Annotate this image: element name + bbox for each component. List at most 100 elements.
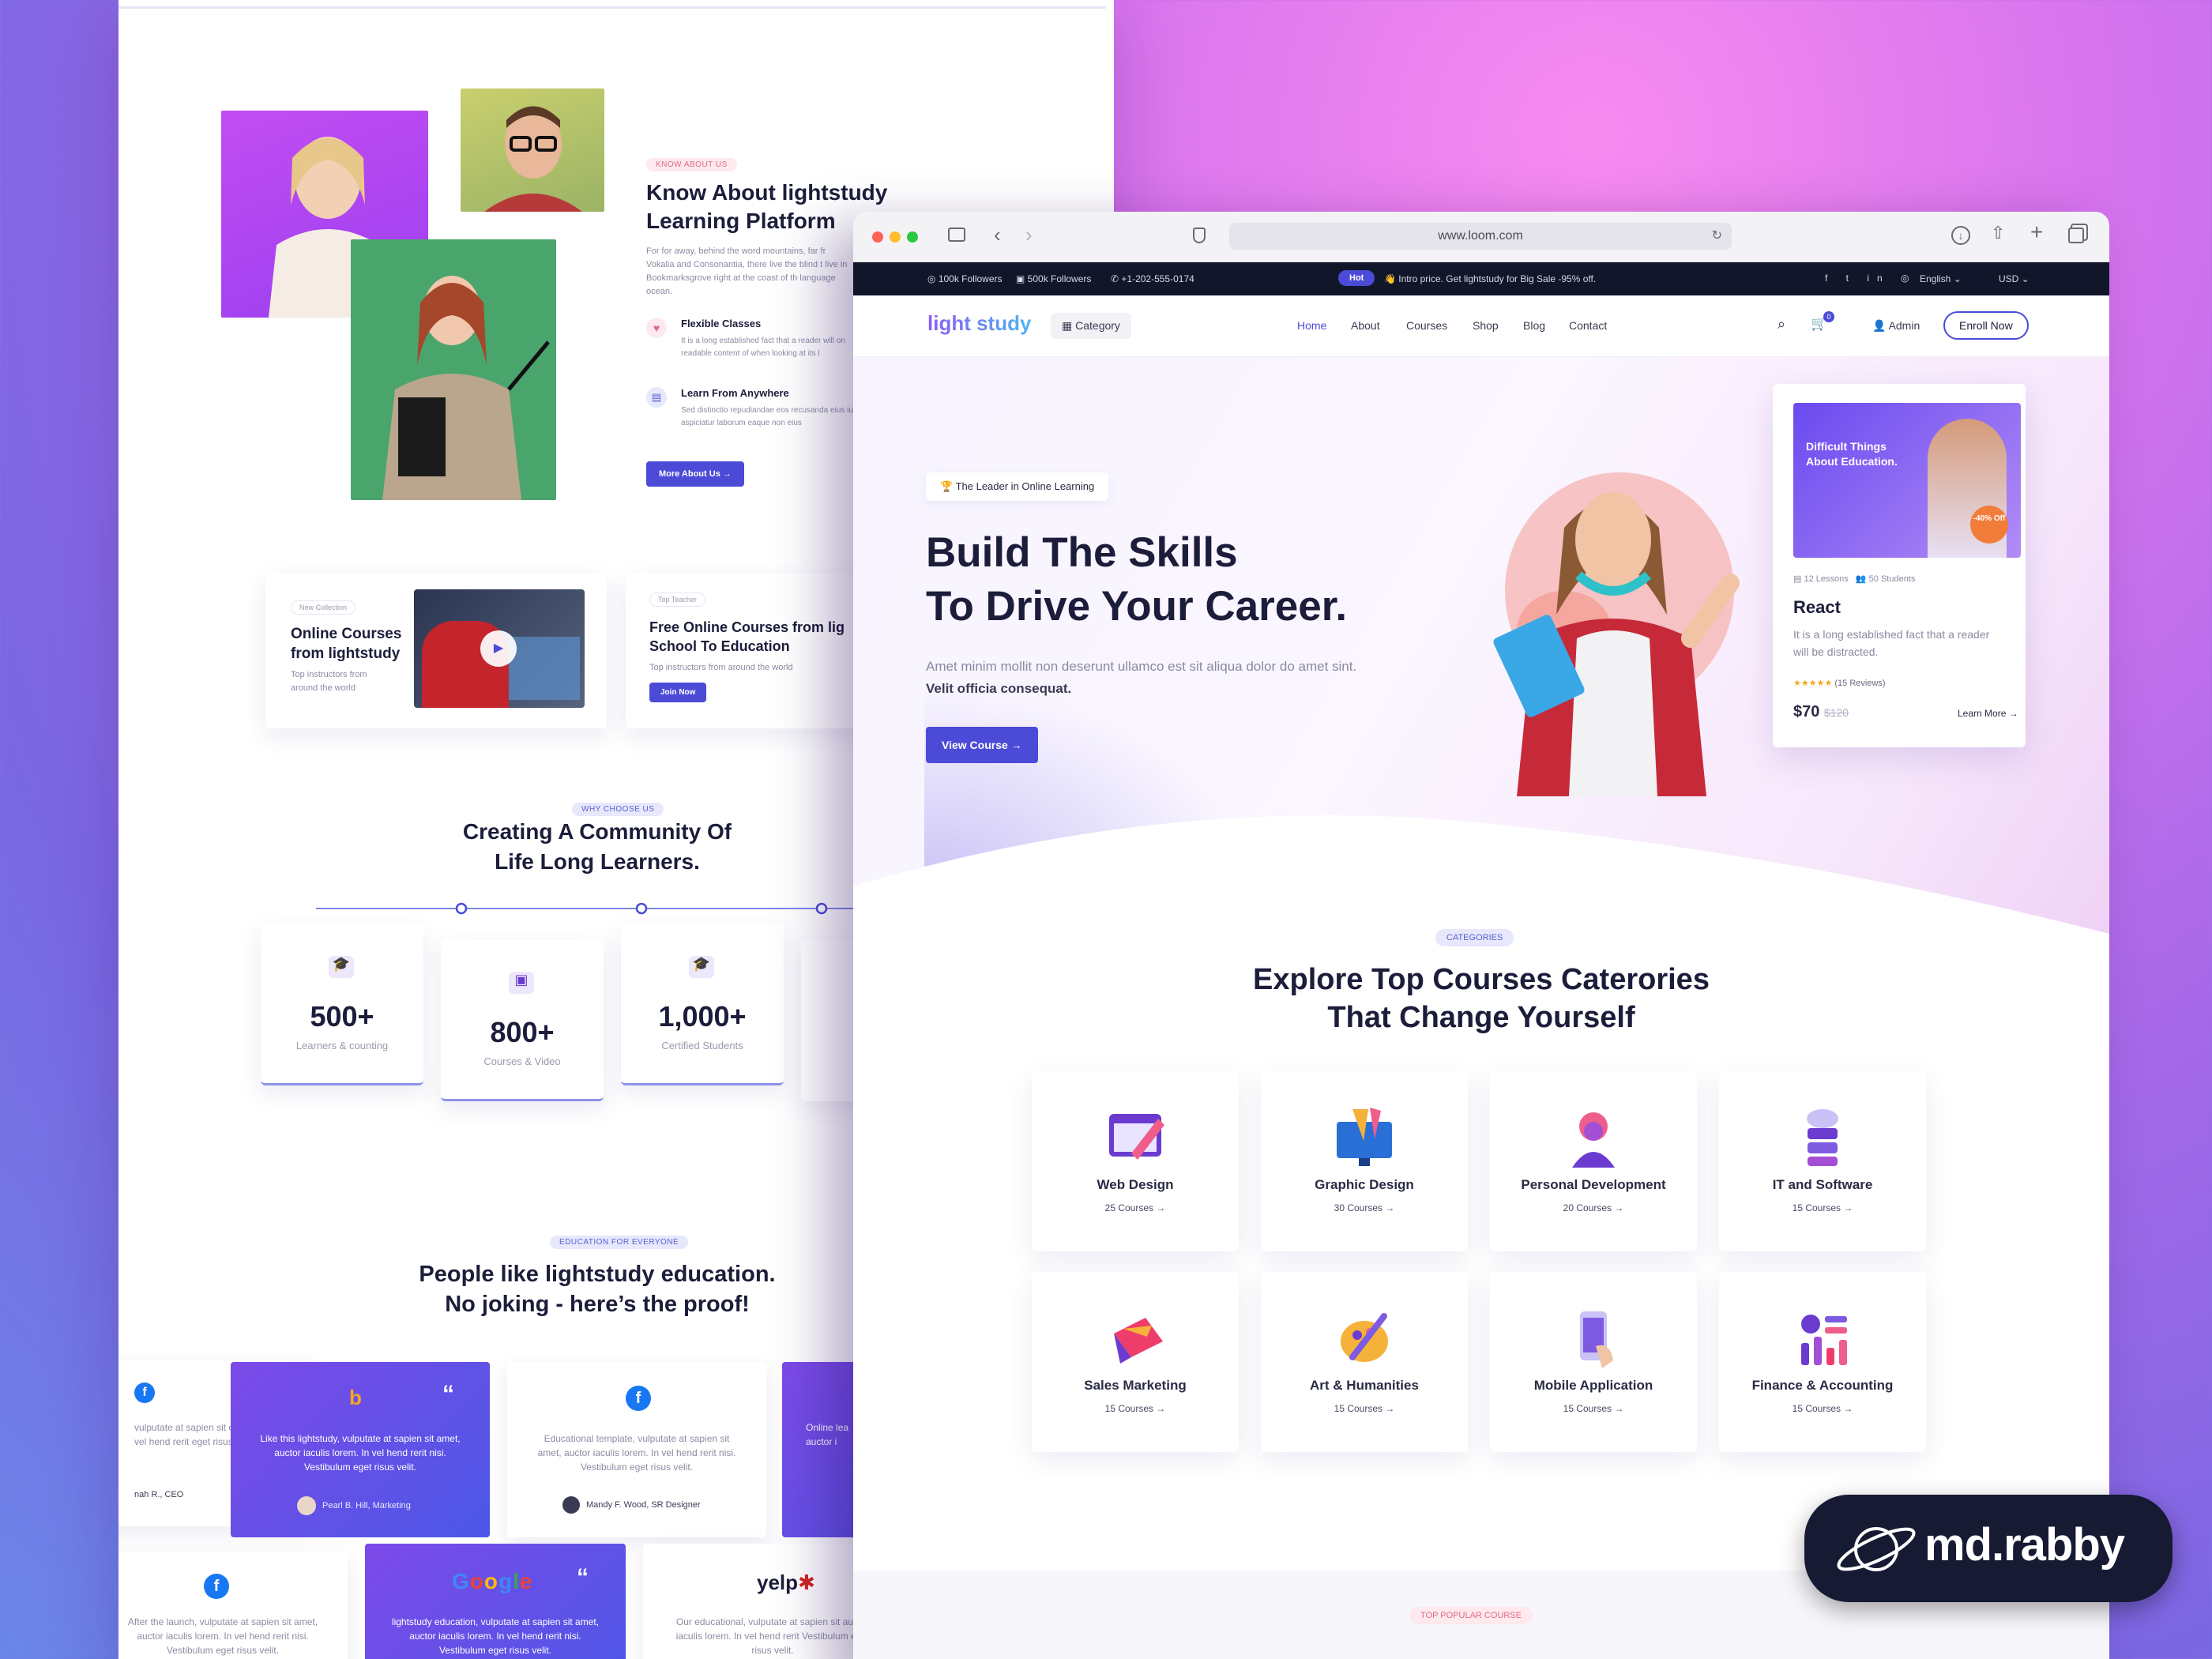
address-bar[interactable]: www.loom.com ↻ xyxy=(1229,223,1732,250)
tabs-overview-icon[interactable] xyxy=(2068,228,2084,243)
maximize-window-button[interactable] xyxy=(907,231,918,243)
categories-title: Explore Top Courses Caterories That Chan… xyxy=(1253,963,1710,1034)
reload-icon[interactable]: ↻ xyxy=(1712,228,1722,243)
sidebar-toggle-icon[interactable] xyxy=(948,228,965,242)
facebook-followers[interactable]: ▣ 500k Followers xyxy=(1016,273,1091,284)
minimize-window-button[interactable] xyxy=(890,231,901,243)
sales-marketing-icon xyxy=(1114,1318,1163,1364)
testimonial-text: After the launch, vulputate at sapien si… xyxy=(127,1616,318,1656)
course-card-react[interactable]: Difficult Things About Education. -40% O… xyxy=(1765,384,2026,755)
course-description: It is a long established fact that a rea… xyxy=(1793,628,1990,658)
testimonial-author: Pearl B. Hill, Marketing xyxy=(322,1501,411,1510)
popular-course-tag: TOP POPULAR COURSE xyxy=(1409,1607,1533,1624)
category-count: 15 Courses → xyxy=(1334,1403,1395,1414)
testimonial-card-featured: Google “ lightstudy education, vulputate… xyxy=(365,1544,626,1659)
category-card-mobile-application[interactable]: Mobile Application 15 Courses → xyxy=(1490,1272,1697,1452)
more-about-us-button[interactable]: More About Us → xyxy=(646,461,744,487)
video-thumbnail[interactable]: ▶ xyxy=(414,589,585,708)
category-card-graphic-design[interactable]: Graphic Design 30 Courses → xyxy=(1261,1071,1468,1251)
share-icon[interactable]: ⇧ xyxy=(1991,223,2005,243)
view-course-button[interactable]: View Course → xyxy=(926,727,1038,763)
proof-title: People like lightstudy education. No jok… xyxy=(419,1262,776,1317)
testimonial-author: Mandy F. Wood, SR Designer xyxy=(586,1500,701,1510)
category-card-sales-marketing[interactable]: Sales Marketing 15 Courses → xyxy=(1032,1272,1239,1452)
category-count: 25 Courses → xyxy=(1104,1202,1166,1213)
avatar xyxy=(297,1496,316,1515)
stat-number: 800+ xyxy=(490,1016,555,1048)
nav-contact[interactable]: Contact xyxy=(1569,319,1607,332)
nav-about[interactable]: About xyxy=(1351,319,1380,332)
facebook-icon: f xyxy=(626,1386,651,1411)
category-title: Finance & Accounting xyxy=(1751,1378,1894,1393)
admin-link[interactable]: 👤 Admin xyxy=(1872,319,1920,333)
about-tag: KNOW ABOUT US xyxy=(646,156,737,171)
about-photo-man-glasses xyxy=(461,88,604,212)
discount-badge: -40% Off xyxy=(1970,506,2008,544)
close-window-button[interactable] xyxy=(872,231,883,243)
currency-select[interactable]: USD ⌄ xyxy=(1999,273,2030,284)
testimonial-author: nah R., CEO xyxy=(134,1490,184,1499)
quote-icon: “ xyxy=(577,1564,589,1590)
promo-text: Top instructors from around the world xyxy=(649,663,793,672)
category-card-art-humanities[interactable]: Art & Humanities 15 Courses → xyxy=(1261,1272,1468,1452)
shield-icon[interactable] xyxy=(1193,228,1206,243)
course-thumbnail[interactable]: Difficult Things About Education. -40% O… xyxy=(1793,403,2021,558)
play-icon[interactable]: ▶ xyxy=(480,630,517,667)
category-card-personal-development[interactable]: Personal Development 20 Courses → xyxy=(1490,1071,1697,1251)
avatar xyxy=(562,1496,580,1514)
testimonial-text: Our educational, vulputate at sapien sit… xyxy=(675,1616,870,1656)
community-title: Creating A Community Of Life Long Learne… xyxy=(462,819,732,874)
site-logo[interactable]: light study xyxy=(927,311,1031,336)
phone-number[interactable]: ✆ +1-202-555-0174 xyxy=(1111,273,1194,284)
instagram-followers[interactable]: ◎ 100k Followers xyxy=(927,273,1003,284)
new-tab-icon[interactable]: + xyxy=(2030,220,2043,245)
stat-card-courses: ▣ 800+ Courses & Video xyxy=(441,940,604,1101)
yelp-logo: yelp✱ xyxy=(757,1571,815,1594)
nav-blog[interactable]: Blog xyxy=(1523,319,1545,332)
learn-more-link[interactable]: Learn More → xyxy=(1958,708,2018,719)
search-icon[interactable]: ⌕ xyxy=(1778,316,1785,333)
nav-home[interactable]: Home xyxy=(1297,319,1326,332)
course-title[interactable]: React xyxy=(1793,597,1841,618)
star-rating-icons: ★★★★★ xyxy=(1793,679,1833,688)
stat-number: 500+ xyxy=(310,1000,374,1033)
enroll-now-button[interactable]: Enroll Now xyxy=(1943,311,2029,340)
book-icon: ▤ xyxy=(646,387,667,408)
join-now-button[interactable]: Join Now xyxy=(649,683,707,702)
nav-courses[interactable]: Courses xyxy=(1406,319,1447,332)
hero-text: Amet minim mollit non deserunt ullamco e… xyxy=(926,659,1357,696)
heart-icon: ♥ xyxy=(646,318,667,338)
category-card-web-design[interactable]: Web Design 25 Courses → xyxy=(1032,1071,1239,1251)
category-button[interactable]: ▦ Category xyxy=(1051,313,1131,339)
nav-shop[interactable]: Shop xyxy=(1473,319,1499,332)
language-select[interactable]: English ⌄ xyxy=(1920,273,1962,284)
category-count: 30 Courses → xyxy=(1334,1202,1395,1213)
about-photo-teacher xyxy=(351,239,556,500)
promo-card-online-courses[interactable]: New Collection Online Courses from light… xyxy=(265,574,607,728)
category-title: Graphic Design xyxy=(1315,1177,1414,1192)
hero-wave xyxy=(853,815,2109,934)
url-text: www.loom.com xyxy=(1438,229,1523,243)
cart-count-badge: 0 xyxy=(1823,311,1834,322)
social-icons[interactable]: f t in ◎ xyxy=(1825,273,1917,284)
graphic-design-icon xyxy=(1337,1108,1392,1166)
promo-tag: Top Teacher xyxy=(649,592,705,607)
browser-window: ‹ › www.loom.com ↻ ↓ ⇧ + ◎ 100k Follower… xyxy=(853,212,2109,1659)
students-icon: 👥 xyxy=(1855,574,1869,584)
category-title: Web Design xyxy=(1097,1177,1174,1192)
forward-arrow-icon[interactable]: › xyxy=(1025,223,1033,247)
testimonial-text: Like this lightstudy, vulputate at sapie… xyxy=(260,1433,461,1473)
trophy-icon: 🏆 xyxy=(940,480,956,492)
stat-card-certified: 🎓 1,000+ Certified Students xyxy=(621,924,784,1085)
top-divider xyxy=(118,6,1106,9)
promo-title: Free Online Courses from lig School To E… xyxy=(649,619,845,654)
category-card-it-software[interactable]: IT and Software 15 Courses → xyxy=(1719,1071,1926,1251)
testimonial-text: lightstudy education, vulputate at sapie… xyxy=(391,1616,600,1656)
download-icon[interactable]: ↓ xyxy=(1951,226,1970,245)
thumbnail-title: Difficult Things About Education. xyxy=(1806,440,1898,468)
promo-text: 👋 Intro price. Get lightstudy for Big Sa… xyxy=(1384,273,1597,284)
category-card-finance-accounting[interactable]: Finance & Accounting 15 Courses → xyxy=(1719,1272,1926,1452)
facebook-icon: ▣ xyxy=(1016,273,1028,284)
hero-student-image xyxy=(1430,425,1762,796)
back-arrow-icon[interactable]: ‹ xyxy=(994,223,1001,247)
